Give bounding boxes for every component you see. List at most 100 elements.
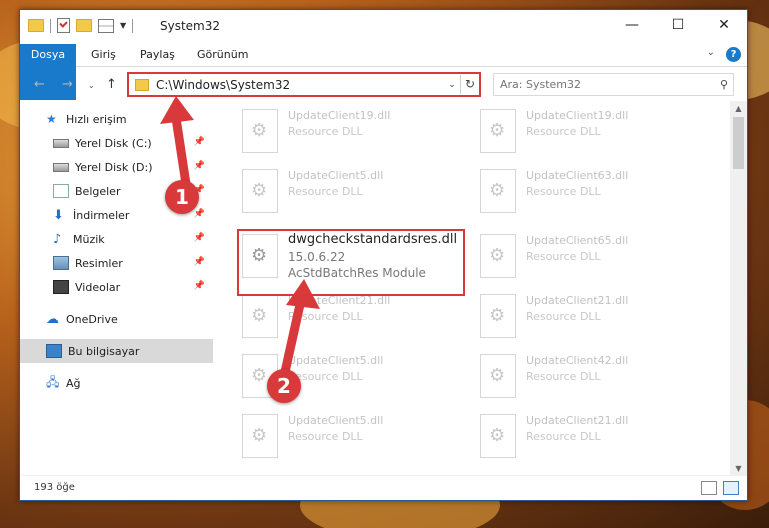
- minimize-button[interactable]: —: [609, 10, 655, 40]
- pin-icon[interactable]: 📌: [194, 137, 205, 147]
- scroll-up-arrow-icon[interactable]: ▲: [730, 104, 747, 113]
- sidebar-item-label: Yerel Disk (C:): [75, 136, 152, 150]
- sidebar-item-videos[interactable]: Videolar 📌: [53, 275, 213, 299]
- file-name: UpdateClient63.dll: [526, 169, 629, 182]
- sidebar-item-label: Bu bilgisayar: [68, 344, 140, 358]
- file-item[interactable]: UpdateClient5.dll Resource DLL: [230, 346, 460, 402]
- sidebar-item-pictures[interactable]: Resimler 📌: [53, 251, 213, 275]
- toolbar-separator: [50, 18, 51, 33]
- step-badge-2: 2: [267, 369, 301, 403]
- dll-file-icon: [242, 414, 278, 458]
- file-item[interactable]: UpdateClient19.dll Resource DLL: [468, 101, 698, 157]
- address-bar[interactable]: C:\Windows\System32 ⌄ ↻: [127, 72, 481, 97]
- title-bar: ▼ System32 — ☐ ✕: [20, 10, 747, 44]
- vertical-scrollbar[interactable]: ▲ ▼: [730, 101, 747, 476]
- tab-view[interactable]: Görünüm: [197, 44, 248, 66]
- window-controls: — ☐ ✕: [609, 10, 747, 40]
- pin-icon[interactable]: 📌: [194, 281, 205, 291]
- dll-file-icon: [242, 294, 278, 338]
- navigation-pane: ★ Hızlı erişim Yerel Disk (C:) 📌 Yerel D…: [20, 101, 213, 476]
- file-type: Resource DLL: [288, 310, 363, 323]
- details-view-icon[interactable]: [701, 481, 717, 495]
- search-box[interactable]: ⚲: [493, 73, 734, 96]
- file-name: UpdateClient19.dll: [526, 109, 629, 122]
- sidebar-item-label: Ağ: [66, 376, 81, 390]
- ribbon-expand-chevron-icon[interactable]: ⌄: [707, 47, 715, 58]
- tiles-view-icon[interactable]: [723, 481, 739, 495]
- search-icon[interactable]: ⚲: [715, 78, 733, 91]
- file-item[interactable]: UpdateClient21.dll Resource DLL: [468, 286, 698, 342]
- file-name: UpdateClient65.dll: [526, 234, 629, 247]
- cloud-icon: ☁: [46, 311, 59, 327]
- file-name: UpdateClient21.dll: [526, 294, 629, 307]
- file-type: Resource DLL: [526, 185, 601, 198]
- file-item[interactable]: UpdateClient63.dll Resource DLL: [468, 161, 698, 217]
- customize-toolbar-chevron-icon[interactable]: ▼: [120, 21, 126, 30]
- documents-icon: [53, 184, 69, 198]
- pin-icon[interactable]: 📌: [194, 161, 205, 171]
- folder-icon: [28, 19, 44, 32]
- ribbon-tabs: Dosya Giriş Paylaş Görünüm ⌄ ?: [20, 44, 747, 100]
- drive-icon: [53, 162, 69, 172]
- recent-locations-chevron-icon[interactable]: ⌄: [88, 81, 95, 90]
- sidebar-item-label: Hızlı erişim: [66, 112, 127, 126]
- sidebar-item-label: Müzik: [73, 232, 105, 246]
- file-item[interactable]: UpdateClient19.dll Resource DLL: [230, 101, 460, 157]
- help-icon[interactable]: ?: [726, 47, 741, 62]
- videos-icon: [53, 280, 69, 294]
- address-dropdown-chevron-icon[interactable]: ⌄: [444, 80, 460, 90]
- file-type: Resource DLL: [526, 370, 601, 383]
- toolbar-separator: [132, 18, 134, 33]
- window-title: System32: [160, 19, 221, 33]
- file-name: UpdateClient21.dll: [526, 414, 629, 427]
- sidebar-item-label: Resimler: [75, 256, 123, 270]
- file-name: UpdateClient5.dll: [288, 169, 384, 182]
- sidebar-item-quick-access[interactable]: ★ Hızlı erişim: [46, 107, 213, 131]
- file-item[interactable]: UpdateClient5.dll Resource DLL: [230, 406, 460, 462]
- new-folder-icon[interactable]: [76, 19, 92, 32]
- rename-icon[interactable]: [98, 18, 114, 33]
- download-icon: ⬇: [53, 207, 64, 223]
- file-item[interactable]: UpdateClient5.dll Resource DLL: [230, 161, 460, 217]
- scrollbar-thumb[interactable]: [733, 117, 744, 169]
- address-path[interactable]: C:\Windows\System32: [156, 78, 444, 92]
- sidebar-item-local-disk-d[interactable]: Yerel Disk (D:) 📌: [53, 155, 213, 179]
- up-arrow-icon[interactable]: ↑: [106, 77, 117, 92]
- sidebar-item-this-pc[interactable]: Bu bilgisayar: [20, 339, 213, 363]
- dll-file-icon: [480, 414, 516, 458]
- pin-icon[interactable]: 📌: [194, 209, 205, 219]
- close-button[interactable]: ✕: [701, 10, 747, 40]
- file-item[interactable]: UpdateClient42.dll Resource DLL: [468, 346, 698, 402]
- search-input[interactable]: [494, 77, 715, 92]
- pin-icon[interactable]: 📌: [194, 257, 205, 267]
- file-name: UpdateClient5.dll: [288, 414, 384, 427]
- pin-icon[interactable]: 📌: [194, 233, 205, 243]
- sidebar-item-label: Videolar: [75, 280, 121, 294]
- tab-share[interactable]: Paylaş: [140, 44, 175, 66]
- properties-checkmark-icon[interactable]: [57, 18, 70, 33]
- sidebar-item-onedrive[interactable]: ☁ OneDrive: [46, 307, 213, 331]
- sidebar-item-label: OneDrive: [66, 312, 118, 326]
- file-type: Resource DLL: [526, 310, 601, 323]
- dll-file-icon: [480, 354, 516, 398]
- file-item[interactable]: UpdateClient65.dll Resource DLL: [468, 226, 698, 282]
- refresh-icon[interactable]: ↻: [460, 75, 479, 94]
- sidebar-item-music[interactable]: ♪ Müzik 📌: [53, 227, 213, 251]
- sidebar-item-network[interactable]: 🖧 Ağ: [46, 371, 213, 395]
- quick-access-toolbar: ▼: [28, 18, 134, 33]
- maximize-button[interactable]: ☐: [655, 10, 701, 40]
- step-badge-1: 1: [165, 180, 199, 214]
- back-arrow-icon[interactable]: ←: [34, 77, 45, 92]
- file-name: UpdateClient19.dll: [288, 109, 391, 122]
- tab-home[interactable]: Giriş: [91, 44, 116, 66]
- scroll-down-arrow-icon[interactable]: ▼: [730, 464, 747, 473]
- highlight-box: [237, 229, 465, 296]
- file-type: Resource DLL: [288, 125, 363, 138]
- dll-file-icon: [480, 234, 516, 278]
- forward-arrow-icon[interactable]: →: [62, 77, 73, 92]
- sidebar-item-local-disk-c[interactable]: Yerel Disk (C:) 📌: [53, 131, 213, 155]
- file-item[interactable]: UpdateClient21.dll Resource DLL: [468, 406, 698, 462]
- pictures-icon: [53, 256, 69, 270]
- view-switcher: [701, 481, 739, 495]
- file-name: UpdateClient5.dll: [288, 354, 384, 367]
